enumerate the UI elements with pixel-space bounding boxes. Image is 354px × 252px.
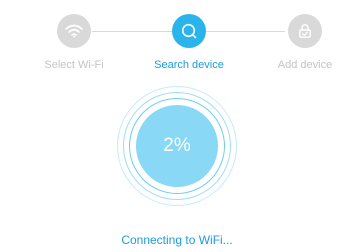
step-select-wifi: Select Wi-Fi — [19, 14, 129, 71]
setup-stepper: Select Wi-Fi Search device Add device — [0, 0, 354, 80]
progress-disc: 2% — [136, 105, 218, 187]
step-add-device: Add device — [250, 14, 354, 71]
status-text: Connecting to WiFi... — [121, 233, 233, 247]
step-search-device: Search device — [134, 14, 244, 71]
progress-percent: 2% — [163, 135, 191, 156]
step-label-search-device: Search device — [154, 59, 224, 71]
connection-progress: 2% — [117, 86, 237, 206]
search-icon — [172, 14, 206, 48]
wifi-icon — [57, 14, 91, 48]
step-label-select-wifi: Select Wi-Fi — [44, 59, 104, 71]
lock-icon — [288, 14, 322, 48]
step-label-add-device: Add device — [277, 59, 333, 71]
